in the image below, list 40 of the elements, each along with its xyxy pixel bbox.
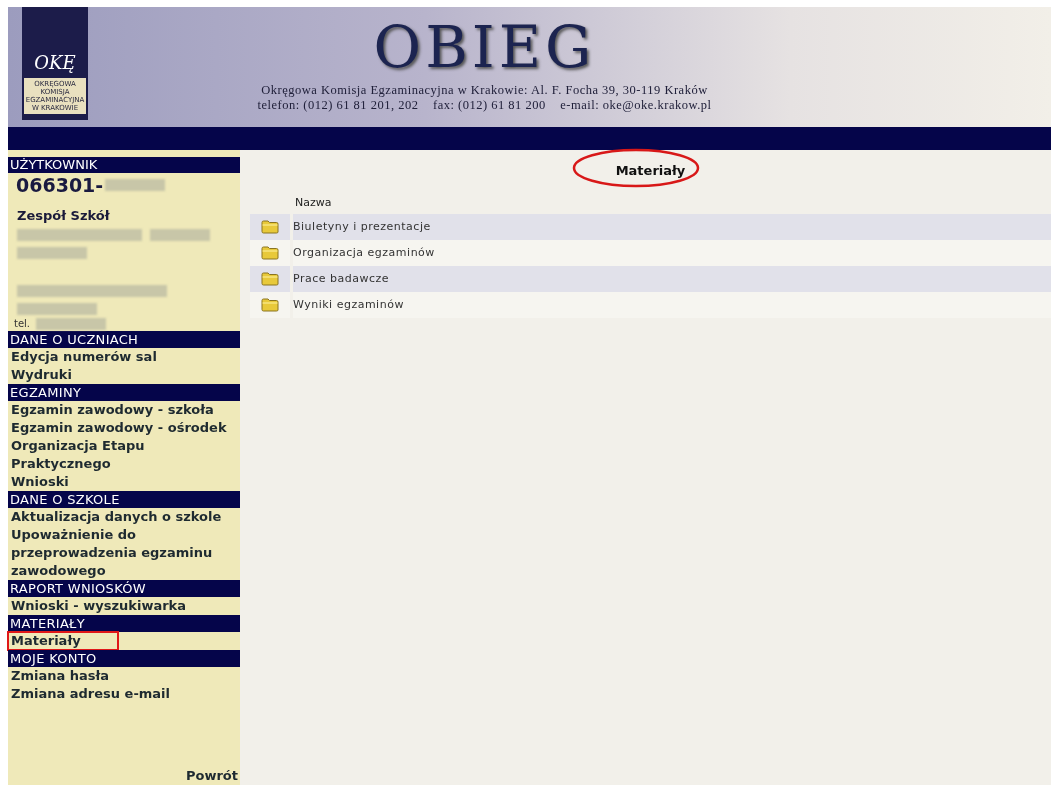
redacted-text <box>36 318 107 330</box>
redacted-text <box>17 247 87 259</box>
sidebar-link[interactable]: Wnioski <box>8 473 236 491</box>
section-heading: UŻYTKOWNIK <box>8 157 240 173</box>
section-heading: DANE O UCZNIACH <box>8 331 240 348</box>
sidebar-link[interactable]: Egzamin zawodowy - szkoła <box>8 401 236 419</box>
redacted-text <box>150 229 210 241</box>
sidebar-link[interactable]: Edycja numerów sal <box>8 348 236 366</box>
contact-text: Okręgowa Komisja Egzaminacyjna w Krakowie: Al. F. Focha 39, 30-119 Kraków <box>261 83 708 98</box>
folder-icon <box>261 220 279 234</box>
sidebar-link[interactable]: Wnioski - wyszukiwarka <box>8 597 236 615</box>
sidebar-link[interactable]: Materiały <box>8 632 118 650</box>
sidebar-link[interactable]: Wydruki <box>8 366 236 384</box>
section-heading: MATERIAŁY <box>8 615 240 632</box>
folder-link[interactable]: Biuletyny i prezentacje <box>293 218 431 236</box>
sidebar-link[interactable]: Zmiana hasła <box>8 667 236 685</box>
folder-icon <box>261 246 279 260</box>
phone-label: tel. <box>14 317 31 331</box>
site-title: OBIEG <box>373 12 596 83</box>
sidebar-link[interactable]: Egzamin zawodowy - ośrodek <box>8 419 236 437</box>
folder-icon <box>261 272 279 286</box>
sidebar-link[interactable]: Aktualizacja danych o szkole <box>8 508 236 526</box>
section-heading: EGZAMINY <box>8 384 240 401</box>
user-code-text: 066301- <box>16 173 104 197</box>
sidebar-link[interactable]: Upoważnienie do przeprowadzenia egzaminu zawodowego <box>8 526 236 580</box>
school-name: Zespół Szkół <box>16 207 111 225</box>
contact-text: telefon: (012) 61 81 201, 202 fax: (012) 61 81 200 e-mail: oke@oke.krakow.pl <box>257 98 712 113</box>
folder-link[interactable]: Prace badawcze <box>293 270 390 288</box>
folder-link[interactable]: Organizacja egzaminów <box>293 244 435 262</box>
redacted-text <box>105 179 166 191</box>
section-heading: DANE O SZKOLE <box>8 491 240 508</box>
page-title: Materiały <box>615 163 686 178</box>
sidebar-link[interactable]: Zmiana adresu e-mail <box>8 685 236 703</box>
section-heading: RAPORT WNIOSKÓW <box>8 580 240 597</box>
folder-icon <box>261 298 279 312</box>
sidebar-link[interactable]: Organizacja Etapu Praktycznego <box>8 437 236 473</box>
section-heading: MOJE KONTO <box>8 650 240 667</box>
back-link[interactable]: Powrót <box>185 767 240 785</box>
folder-link[interactable]: Wyniki egzaminów <box>293 296 404 314</box>
column-header: Nazwa <box>294 195 333 211</box>
